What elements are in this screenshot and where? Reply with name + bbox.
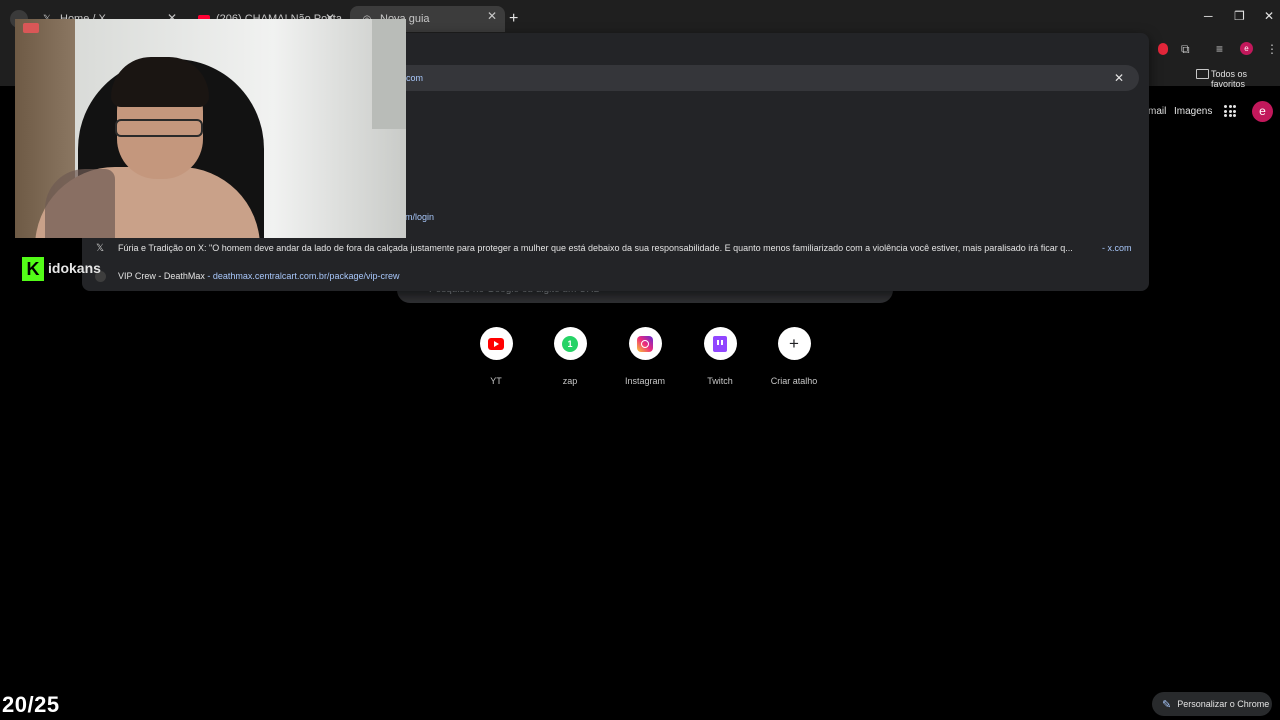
close-window-button[interactable]: ✕: [1264, 9, 1274, 23]
minimize-button[interactable]: ─: [1204, 9, 1213, 23]
suggestion-line: VIP Crew - DeathMax - deathmax.centralca…: [118, 271, 399, 281]
new-tab-button[interactable]: +: [509, 10, 518, 28]
glasses: [115, 119, 203, 137]
customize-label: Personalizar o Chrome: [1177, 699, 1270, 709]
clear-icon[interactable]: ✕: [1114, 71, 1124, 85]
shortcut-zap[interactable]: 1 zap: [533, 327, 607, 386]
x-icon: 𝕏: [96, 243, 105, 254]
suggestion-url: - deathmax.centralcart.com.br/package/vi…: [207, 271, 400, 281]
suggestion-title: VIP Crew - DeathMax: [118, 271, 205, 281]
kick-channel-name: idokans: [48, 260, 101, 276]
account-avatar[interactable]: e: [1252, 101, 1273, 122]
omnibox-text[interactable]: com: [406, 73, 423, 83]
twitch-icon: [713, 335, 727, 352]
shortcut-yt[interactable]: YT: [459, 327, 533, 386]
shortcut-label: YT: [490, 376, 502, 386]
shortcut-label: Criar atalho: [770, 376, 818, 386]
extension-icon[interactable]: [1158, 43, 1168, 55]
all-favorites-link[interactable]: Todos os favoritos: [1211, 69, 1280, 89]
extensions-puzzle-icon[interactable]: ⧉: [1181, 42, 1190, 57]
reading-list-icon[interactable]: ≡: [1216, 42, 1223, 56]
pencil-icon: ✎: [1162, 698, 1172, 711]
gmail-link[interactable]: mail: [1148, 106, 1166, 117]
images-link[interactable]: Imagens: [1174, 106, 1212, 117]
shortcut-create[interactable]: + Criar atalho: [757, 327, 831, 386]
profile-avatar[interactable]: e: [1240, 42, 1253, 55]
plus-icon: +: [789, 334, 799, 353]
shortcut-label: zap: [562, 376, 578, 386]
restore-button[interactable]: ❐: [1234, 9, 1245, 23]
shortcut-twitch[interactable]: Twitch: [683, 327, 757, 386]
menu-kebab-icon[interactable]: ⋮: [1266, 42, 1278, 56]
suggestion-url: - x.com: [1102, 243, 1132, 253]
kick-logo-icon: K: [22, 257, 44, 281]
suggestion-row[interactable]: VIP Crew - DeathMax - deathmax.centralca…: [82, 264, 1149, 290]
shortcut-label: Twitch: [707, 376, 733, 386]
stream-counter: 20/25: [2, 692, 60, 717]
shortcut-label: Instagram: [624, 376, 666, 386]
youtube-icon: [488, 337, 504, 350]
whatsapp-icon: 1: [562, 335, 578, 352]
folder-icon: [1196, 69, 1209, 79]
customize-chrome-button[interactable]: ✎ Personalizar o Chrome: [1152, 692, 1272, 716]
shortcut-instagram[interactable]: Instagram: [608, 327, 682, 386]
suggestion-row[interactable]: 𝕏 Fúria e Tradição on X: "O homem deve a…: [82, 236, 1149, 262]
google-apps-icon[interactable]: [1224, 105, 1236, 117]
suggestion-url-fragment[interactable]: m/login: [405, 212, 434, 222]
tab-close-icon[interactable]: ✕: [487, 9, 497, 23]
suggestion-title: Fúria e Tradição on X: "O homem deve and…: [118, 243, 1073, 253]
instagram-icon: [637, 335, 653, 352]
webcam-overlay: [15, 19, 406, 238]
